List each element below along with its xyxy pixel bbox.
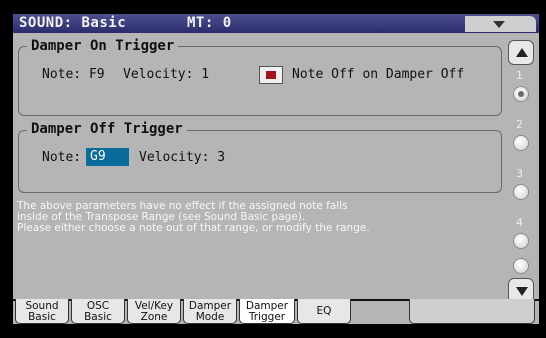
tab-vel-key-zone[interactable]: Vel/Key Zone [127, 299, 181, 324]
damper-off-velocity[interactable]: Velocity: 3 [139, 150, 225, 165]
tab-label: OSC [86, 300, 110, 312]
tab-label: Zone [140, 310, 168, 323]
damper-on-note[interactable]: Note: F9 [42, 67, 105, 82]
chevron-down-icon [493, 21, 505, 28]
tab-label: Damper [245, 300, 289, 312]
page-dot-3[interactable] [513, 184, 529, 200]
tab-eq[interactable]: EQ [297, 299, 351, 324]
page-dot-1[interactable] [513, 86, 529, 102]
page-dot-2[interactable] [513, 135, 529, 151]
damper-off-note-label: Note: [42, 150, 82, 165]
scroll-up-button[interactable] [508, 40, 534, 65]
tab-label: Vel/Key [134, 300, 174, 312]
sound-basic-window: SOUND: Basic MT: 0 Damper On Trigger Not… [13, 14, 539, 324]
page-title: SOUND: Basic [19, 15, 127, 31]
note-off-on-damper-off-checkbox[interactable] [259, 66, 283, 84]
arrow-down-icon [516, 287, 528, 296]
checkbox-checked-mark [266, 71, 276, 79]
screen: SOUND: Basic MT: 0 Damper On Trigger Not… [0, 0, 546, 338]
page-dot-5[interactable] [513, 258, 529, 274]
arrow-up-icon [516, 48, 528, 57]
damper-on-trigger-title: Damper On Trigger [27, 38, 179, 54]
page-number: 1 [516, 69, 523, 82]
tab-label: EQ [316, 305, 332, 317]
damper-on-velocity[interactable]: Velocity: 1 [123, 67, 209, 82]
tab-label: Damper [188, 300, 232, 312]
tab-osc-basic[interactable]: OSC Basic [71, 299, 125, 324]
tab-label: Mode [195, 310, 225, 323]
damper-off-note-field[interactable]: G9 [86, 148, 129, 166]
info-line: Please either choose a note out of that … [17, 222, 370, 234]
tab-damper-mode[interactable]: Damper Mode [183, 299, 237, 324]
tab-sound-basic[interactable]: Sound Basic [15, 299, 69, 324]
tab-bar: Sound Basic OSC Basic Vel/Key Zone Dampe… [13, 299, 539, 324]
tab-bar-empty-area [409, 299, 535, 324]
page-dot-4[interactable] [513, 233, 529, 249]
tab-label: Basic [28, 310, 56, 323]
page-number: 4 [516, 216, 523, 229]
tab-damper-trigger[interactable]: Damper Trigger [239, 299, 295, 324]
page-scroller: 1 2 3 4 [507, 38, 537, 311]
info-message: The above parameters have no effect if t… [17, 201, 370, 234]
page-menu-button[interactable] [465, 16, 536, 32]
note-off-on-damper-off-label: Note Off on Damper Off [292, 67, 465, 82]
damper-off-trigger-title: Damper Off Trigger [27, 121, 187, 137]
page-number: 2 [516, 118, 523, 131]
mt-indicator: MT: 0 [187, 15, 232, 31]
tab-label: Sound [25, 300, 59, 312]
title-bar: SOUND: Basic MT: 0 [13, 14, 539, 33]
tab-label: Basic [84, 310, 112, 323]
page-number: 3 [516, 167, 523, 180]
tab-label: Trigger [248, 310, 286, 323]
